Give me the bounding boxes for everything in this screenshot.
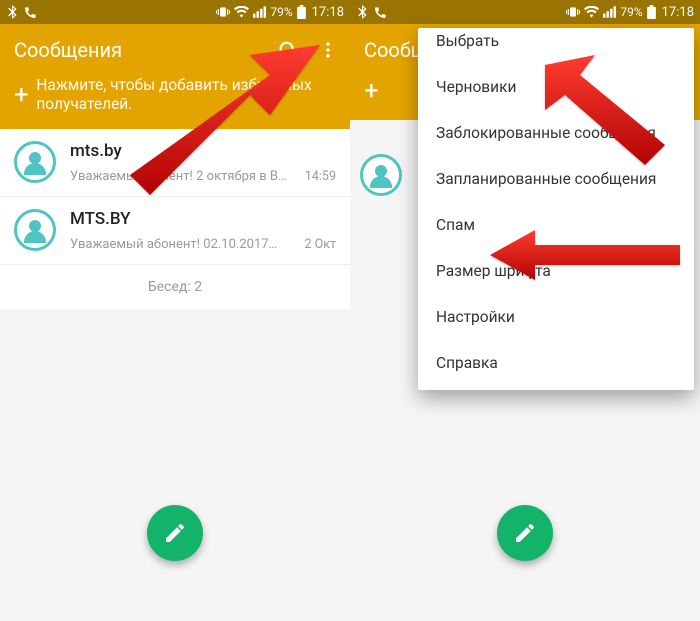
avatar[interactable]	[14, 141, 56, 183]
annotation-arrow	[130, 35, 330, 195]
bluetooth-icon	[356, 5, 368, 19]
vibrate-icon	[216, 6, 230, 18]
battery-text: 79%	[620, 5, 642, 19]
clock-text: 17:18	[662, 5, 694, 20]
conversation-title: MTS.BY	[70, 209, 131, 229]
vibrate-icon	[566, 6, 580, 18]
menu-item-help[interactable]: Справка	[418, 340, 694, 386]
avatar[interactable]	[14, 209, 56, 251]
wifi-icon	[584, 6, 599, 18]
battery-icon	[647, 5, 656, 19]
conversation-count: Бесед: 2	[0, 265, 350, 309]
conversation-time: 2 Окт	[305, 237, 337, 252]
signal-icon	[603, 6, 616, 18]
clock-text: 17:18	[312, 5, 344, 20]
menu-item-settings[interactable]: Настройки	[418, 294, 694, 340]
battery-icon	[297, 5, 306, 19]
phone-icon	[374, 6, 387, 19]
conversation-row[interactable]: MTS.BY Уважаемый абонент! 02.10.2017… 2 …	[0, 197, 350, 265]
status-bar: 79% 17:18	[350, 0, 700, 24]
avatar[interactable]	[360, 154, 402, 196]
compose-fab[interactable]	[147, 505, 203, 561]
conversation-snippet: Уважаемый абонент! 02.10.2017…	[70, 237, 293, 252]
annotation-arrow	[545, 55, 695, 165]
add-favorite-icon[interactable]: +	[364, 78, 392, 104]
battery-text: 79%	[270, 5, 292, 19]
bluetooth-icon	[6, 5, 18, 19]
compose-fab[interactable]	[497, 505, 553, 561]
status-bar: 79% 17:18	[0, 0, 350, 24]
conversation-title: mts.by	[70, 141, 122, 161]
annotation-arrow	[490, 230, 680, 280]
add-favorite-icon[interactable]: +	[14, 82, 36, 108]
signal-icon	[253, 6, 266, 18]
phone-icon	[24, 6, 37, 19]
wifi-icon	[234, 6, 249, 18]
